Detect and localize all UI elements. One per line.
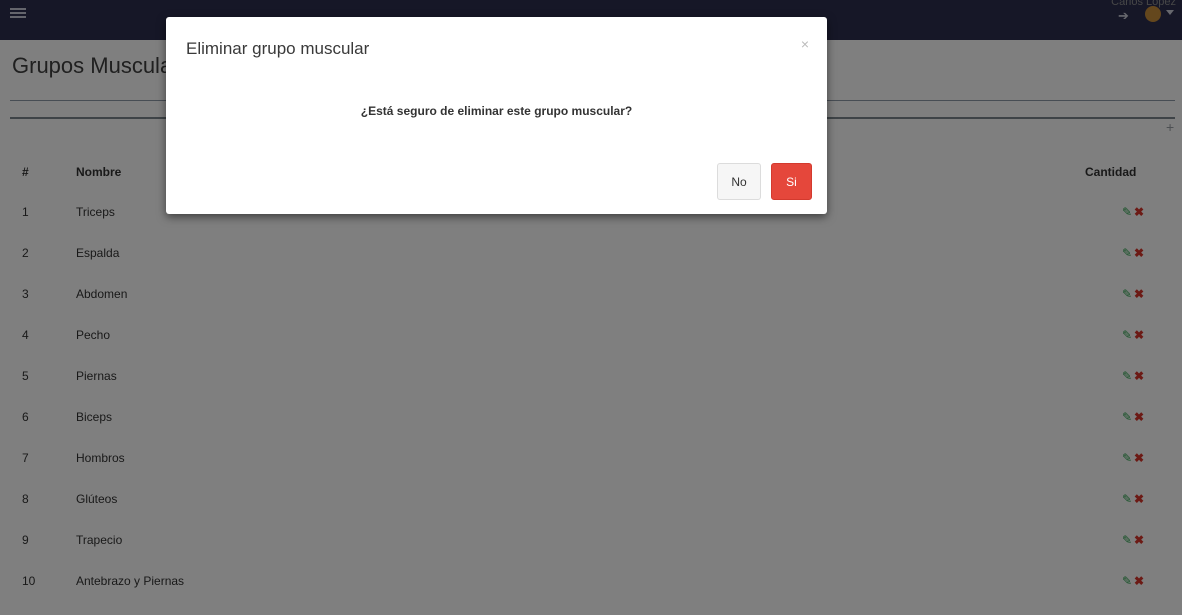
no-button[interactable]: No [717, 163, 761, 200]
yes-button[interactable]: Si [771, 163, 812, 200]
delete-confirm-modal: Eliminar grupo muscular × ¿Está seguro d… [166, 17, 827, 214]
close-icon[interactable]: × [801, 36, 809, 52]
modal-title: Eliminar grupo muscular [186, 39, 370, 58]
modal-message: ¿Está seguro de eliminar este grupo musc… [360, 104, 633, 118]
